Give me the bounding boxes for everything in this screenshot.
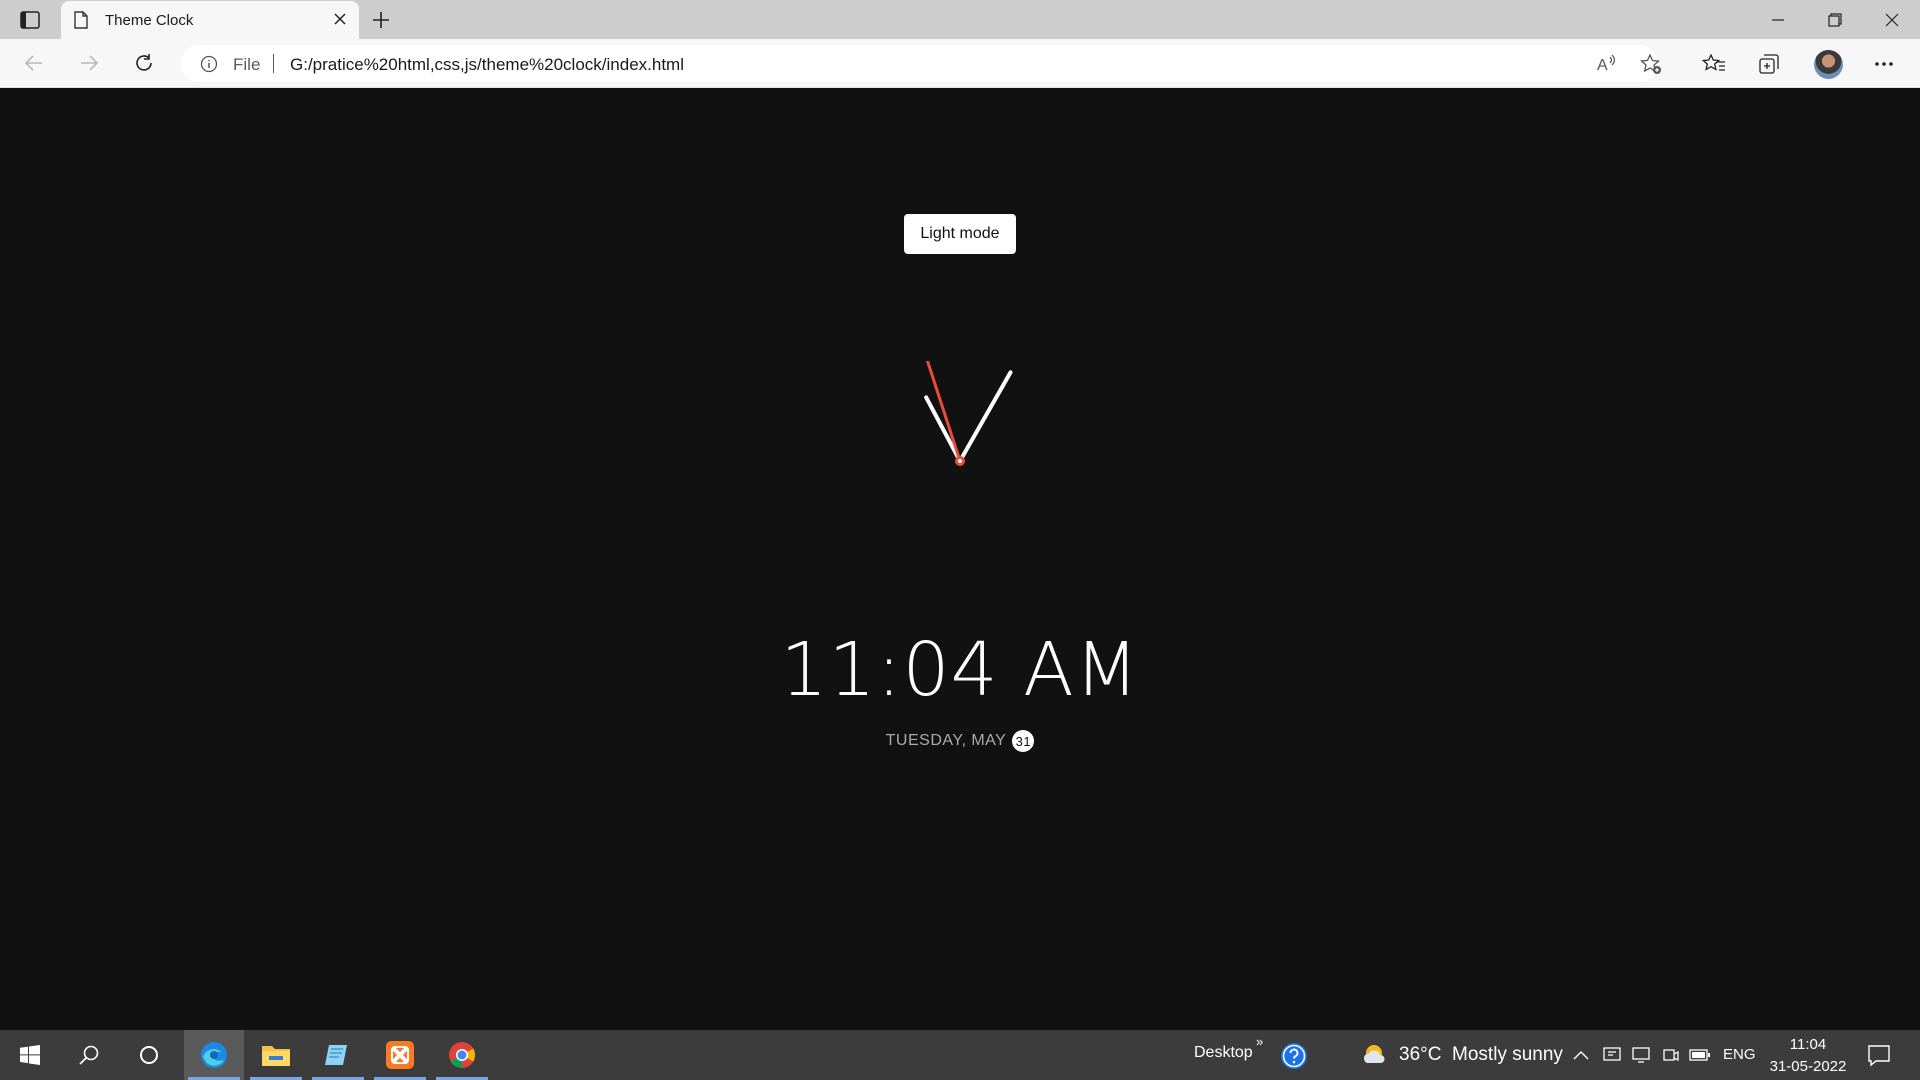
more-options-icon[interactable] <box>1871 51 1897 77</box>
start-icon[interactable] <box>0 1030 60 1080</box>
file-explorer-icon[interactable] <box>246 1030 306 1080</box>
forward-button[interactable] <box>77 51 101 75</box>
minimize-button[interactable] <box>1749 0 1806 39</box>
light-mode-toggle[interactable]: Light mode <box>904 214 1016 254</box>
day-badge: 31 <box>1012 730 1035 752</box>
weather-condition: Mostly sunny <box>1452 1044 1563 1065</box>
svg-text:A: A <box>1597 57 1608 74</box>
page-content: Light mode 11:04 AM TUESDAY, MAY 31 <box>0 89 1920 1030</box>
chevron-up-icon[interactable] <box>1571 1044 1591 1066</box>
site-info-icon[interactable] <box>200 55 218 73</box>
notification-icon[interactable] <box>1867 1043 1891 1067</box>
chrome-icon[interactable] <box>432 1030 492 1080</box>
profile-avatar[interactable] <box>1814 50 1843 79</box>
back-button[interactable] <box>22 51 46 75</box>
add-favorite-icon[interactable] <box>1640 53 1662 75</box>
tab-title: Theme Clock <box>105 12 194 29</box>
taskbar: Desktop » 36°C Mostly sunny ENG 11:04 31… <box>0 1030 1920 1080</box>
address-bar: File G:/pratice%20html,css,js/theme%20cl… <box>0 39 1920 88</box>
tab-actions-icon[interactable] <box>12 8 48 32</box>
battery-icon[interactable] <box>1689 1044 1711 1066</box>
xampp-icon[interactable] <box>370 1030 430 1080</box>
desktop-toolbar-label[interactable]: Desktop <box>1194 1044 1253 1062</box>
cortana-icon[interactable] <box>119 1030 179 1080</box>
close-window-button[interactable] <box>1863 0 1920 39</box>
language-indicator[interactable]: ENG <box>1723 1046 1756 1063</box>
file-label: File <box>233 55 261 74</box>
system-time[interactable]: 11:04 <box>1768 1036 1848 1053</box>
network-drive-icon[interactable] <box>1601 1044 1623 1066</box>
analog-clock <box>924 361 1013 466</box>
read-aloud-icon[interactable]: A <box>1595 53 1619 75</box>
digital-time: 11:04 AM <box>780 627 1140 713</box>
url-text[interactable]: G:/pratice%20html,css,js/theme%20clock/i… <box>290 55 684 75</box>
help-icon[interactable] <box>1279 1041 1309 1071</box>
refresh-button[interactable] <box>132 51 156 75</box>
system-date[interactable]: 31-05-2022 <box>1764 1058 1852 1075</box>
clock-center-dot <box>958 459 962 463</box>
second-hand <box>925 361 962 463</box>
page-icon <box>74 11 88 29</box>
weather-temp: 36°C <box>1399 1044 1442 1065</box>
webcam-icon[interactable] <box>1660 1044 1682 1066</box>
tab-strip: Theme Clock <box>0 0 1920 39</box>
collections-icon[interactable] <box>1756 51 1782 77</box>
weather-icon[interactable] <box>1361 1043 1389 1067</box>
date-display: TUESDAY, MAY 31 <box>0 730 1920 752</box>
new-tab-icon[interactable] <box>370 9 392 31</box>
minute-hand <box>958 370 1013 463</box>
url-field[interactable]: File G:/pratice%20html,css,js/theme%20cl… <box>181 45 1661 82</box>
edge-icon[interactable] <box>184 1030 244 1080</box>
date-text: TUESDAY, MAY <box>885 732 1007 749</box>
weather-text[interactable]: 36°C Mostly sunny <box>1399 1044 1563 1066</box>
browser-tab[interactable]: Theme Clock <box>61 1 359 39</box>
window-controls <box>1749 0 1920 39</box>
close-tab-icon[interactable] <box>333 12 347 26</box>
display-icon[interactable] <box>1630 1044 1652 1066</box>
chevron-right-icon[interactable]: » <box>1256 1034 1263 1049</box>
notepad-icon[interactable] <box>308 1030 368 1080</box>
divider <box>273 54 274 73</box>
search-icon[interactable] <box>59 1030 119 1080</box>
favorites-icon[interactable] <box>1701 51 1727 77</box>
restore-button[interactable] <box>1806 0 1863 39</box>
